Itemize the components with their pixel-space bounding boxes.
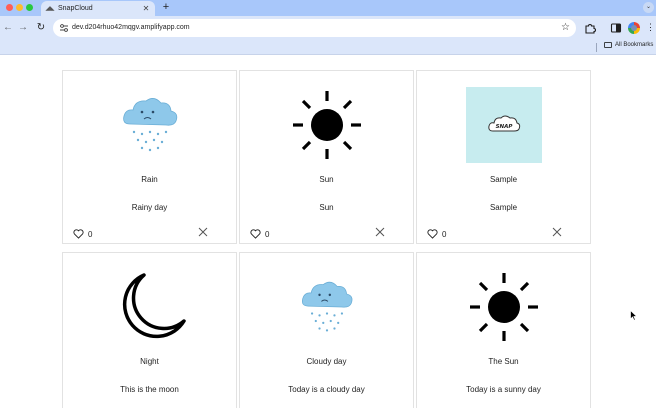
snap-logo: SNAP [465, 87, 542, 163]
card-description: Rainy day [131, 203, 168, 212]
heart-icon [427, 229, 438, 239]
browser-tab[interactable]: ◢◣ SnapCloud ✕ [41, 1, 155, 16]
photo-card: Night This is the moon [62, 252, 237, 408]
like-button[interactable]: 0 [250, 229, 269, 239]
photo-card: SNAP Sample Sample 0 [416, 70, 591, 244]
card-description: Today is a sunny day [466, 385, 541, 394]
reload-icon[interactable]: ↻ [35, 22, 47, 34]
rain-cloud-icon [289, 269, 365, 345]
sun-icon [289, 87, 365, 163]
new-tab-button[interactable]: + [160, 1, 172, 14]
photo-card: Rain Rainy day 0 [62, 70, 237, 244]
photo-card: Sun Sun 0 [239, 70, 414, 244]
side-panel-icon[interactable] [610, 22, 622, 34]
photo-card: The Sun Today is a sunny day [416, 252, 591, 408]
card-title: Sample [489, 175, 518, 184]
card-title: Night [140, 357, 159, 366]
amplify-icon: ◢◣ [45, 5, 55, 12]
card-title: Sun [319, 175, 334, 184]
all-bookmarks-label: All Bookmarks [615, 42, 654, 48]
like-button[interactable]: 0 [427, 229, 446, 239]
folder-icon [604, 42, 612, 48]
tab-search-icon[interactable]: ⌄ [643, 2, 654, 13]
rain-cloud-icon [112, 87, 188, 163]
tab-title: SnapCloud [58, 5, 93, 12]
close-icon[interactable] [552, 227, 562, 237]
url-text: dev.d204rhuo42mqgv.amplifyapp.com [72, 24, 190, 31]
card-description: This is the moon [120, 385, 179, 394]
extensions-icon[interactable] [584, 22, 596, 34]
card-title: Rain [141, 175, 158, 184]
like-count: 0 [442, 229, 447, 239]
sun-icon [466, 269, 542, 345]
address-bar[interactable]: dev.d204rhuo42mqgv.amplifyapp.com ☆ [53, 19, 576, 37]
all-bookmarks-button[interactable]: All Bookmarks [604, 42, 653, 48]
photo-card: Cloudy day Today is a cloudy day [239, 252, 414, 408]
browser-toolbar: ← → ↻ dev.d204rhuo42mqgv.amplifyapp.com … [0, 16, 656, 40]
card-description: Sun [319, 203, 334, 212]
card-description: Today is a cloudy day [288, 385, 365, 394]
like-count: 0 [88, 229, 93, 239]
bookmark-star-icon[interactable]: ☆ [561, 22, 570, 34]
close-icon[interactable] [375, 227, 385, 237]
like-count: 0 [265, 229, 270, 239]
svg-text:SNAP: SNAP [495, 124, 512, 130]
heart-icon [73, 229, 84, 239]
card-description: Sample [489, 203, 518, 212]
browser-tabstrip: ◢◣ SnapCloud ✕ + ⌄ [0, 0, 656, 16]
close-window-button[interactable] [6, 4, 13, 11]
maximize-window-button[interactable] [26, 4, 33, 11]
close-tab-icon[interactable]: ✕ [141, 4, 151, 13]
card-title: The Sun [488, 357, 519, 366]
divider [596, 43, 597, 52]
profile-avatar[interactable] [628, 22, 640, 34]
heart-icon [250, 229, 261, 239]
bookmarks-bar: All Bookmarks [0, 40, 656, 55]
site-info-icon[interactable] [59, 23, 69, 33]
back-arrow-icon[interactable]: ← [2, 22, 14, 34]
card-title: Cloudy day [306, 357, 347, 366]
mouse-cursor-icon [630, 310, 638, 321]
moon-icon [112, 269, 188, 345]
forward-arrow-icon[interactable]: → [17, 22, 29, 34]
browser-menu-icon[interactable]: ⋮ [646, 21, 655, 33]
close-icon[interactable] [198, 227, 208, 237]
minimize-window-button[interactable] [16, 4, 23, 11]
like-button[interactable]: 0 [73, 229, 92, 239]
